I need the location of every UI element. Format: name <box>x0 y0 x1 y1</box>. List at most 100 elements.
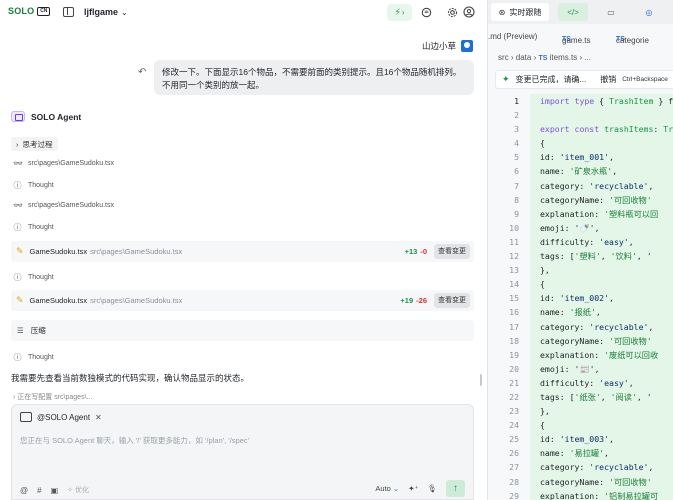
code-line[interactable]: 23 }, <box>488 404 673 419</box>
code-line[interactable]: 5 id: 'item_001', <box>488 150 673 165</box>
line-number: 20 <box>509 363 519 374</box>
code-line[interactable]: 2 <box>488 108 673 123</box>
code-line[interactable]: 7 category: 'recyclable', <box>488 178 673 193</box>
line-source: tags: ['纸张', '阅读', ' <box>530 389 673 405</box>
undo-button[interactable]: 撤销 <box>600 74 616 85</box>
chat-scrollbar[interactable] <box>480 374 482 386</box>
code-line[interactable]: 16 name: '报纸', <box>488 305 673 320</box>
user-name: 山边小草 <box>421 41 456 51</box>
revert-icon[interactable]: ↶ <box>138 67 146 78</box>
compress-step[interactable]: ☰ 压缩 <box>11 320 474 341</box>
code-line[interactable]: 10 emoji: '🍼', <box>488 220 673 235</box>
code-line[interactable]: 12 tags: ['塑料', '饮料', ' <box>488 249 673 264</box>
breadcrumb-item[interactable]: data <box>516 53 532 62</box>
view-changes-button[interactable]: 查看变更 <box>434 244 470 259</box>
line-source: import type { TrashItem } f <box>530 94 673 109</box>
code-line[interactable]: 21 difficulty: 'easy', <box>488 375 673 390</box>
code-line[interactable]: 24 { <box>488 418 673 433</box>
thinking-toggle[interactable]: › 思考过程 <box>11 137 58 151</box>
model-selector[interactable]: Auto ⌄ <box>375 484 399 493</box>
file-edit-card[interactable]: ✎ GameSudoku.tsx src\pages\GameSudoku.ts… <box>11 241 474 262</box>
info-icon: ⓘ <box>13 273 22 282</box>
code-line[interactable]: 13 }, <box>488 263 673 278</box>
code-line[interactable]: 27 category: 'recyclable', <box>488 460 673 475</box>
change-text: 变更已完成，请确... <box>515 75 587 84</box>
lines-removed: -0 <box>420 247 427 256</box>
code-line[interactable]: 3 export const trashItems: Tr <box>488 122 673 137</box>
line-source: explanation: '废纸可以回收 <box>530 347 673 362</box>
bolt-mode-button[interactable]: ⚡ › <box>387 4 412 21</box>
thought-step: ⓘ Thought <box>13 272 54 283</box>
line-source: name: '报纸', <box>530 305 673 320</box>
view-changes-button[interactable]: 查看变更 <box>434 293 470 308</box>
code-line[interactable]: 15 id: 'item_002', <box>488 291 673 306</box>
code-line[interactable]: 22 tags: ['纸张', '阅读', ' <box>488 389 673 405</box>
follow-icon: ⊛ <box>498 7 506 17</box>
code-line[interactable]: 1 import type { TrashItem } f <box>488 94 673 109</box>
line-number: 1 <box>514 96 519 106</box>
code-line[interactable]: 26 name: '易拉罐', <box>488 446 673 461</box>
breadcrumb-item[interactable]: src <box>498 53 509 62</box>
code-line[interactable]: 8 categoryName: '可回收物' <box>488 192 673 207</box>
line-number: 25 <box>509 434 519 445</box>
composer-placeholder[interactable]: 您正在与 SOLO Agent 聊天，输入 '/' 获取更多能力，如 '/pla… <box>20 435 249 446</box>
code-line[interactable]: 25 id: 'item_003', <box>488 432 673 447</box>
code-line[interactable]: 18 categoryName: '可回收物' <box>488 333 673 348</box>
account-icon[interactable] <box>463 6 475 18</box>
settings-cross-icon[interactable]: ✕ <box>95 413 102 422</box>
code-line[interactable]: 9 explanation: '塑料瓶可以回 <box>488 206 673 221</box>
send-button[interactable]: ↑ <box>446 480 465 497</box>
file-tab[interactable]: .md (Preview) <box>488 32 537 41</box>
hash-icon[interactable]: # <box>37 486 41 495</box>
line-number: 17 <box>509 321 519 332</box>
breadcrumb-item[interactable]: items.ts <box>550 53 578 62</box>
agent-header: SOLO Agent <box>11 111 81 122</box>
glasses-icon: 👓 <box>13 201 23 210</box>
code-line[interactable]: 6 name: '矿泉水瓶', <box>488 164 673 179</box>
at-mention-icon[interactable]: @ <box>20 486 28 495</box>
code-line[interactable]: 28 categoryName: '可回收物' <box>488 474 673 489</box>
chevron-down-icon: ⌄ <box>392 484 400 493</box>
agent-message: 我需要先查看当前数独模式的代码实现，确认物品显示的状态。 <box>11 373 250 383</box>
image-icon[interactable]: ▣ <box>51 486 59 495</box>
preview-icon[interactable]: ▭ <box>596 3 626 21</box>
agent-name: SOLO Agent <box>31 111 82 122</box>
line-number: 7 <box>514 180 519 191</box>
file-name: GameSudoku.tsx <box>29 296 88 305</box>
read-file-step[interactable]: 👓 src\pages\GameSudoku.tsx <box>13 159 114 168</box>
line-number: 29 <box>509 490 519 500</box>
chevron-down-icon: ⌄ <box>121 8 128 17</box>
microphone-icon[interactable]: 🎙 <box>427 484 437 493</box>
line-source: emoji: '🍼', <box>530 220 673 235</box>
code-line[interactable]: 19 explanation: '废纸可以回收 <box>488 347 673 362</box>
gear-icon[interactable] <box>446 6 458 18</box>
line-source: name: '易拉罐', <box>530 446 673 461</box>
message-composer[interactable]: @SOLO Agent ✕ 您正在与 SOLO Agent 聊天，输入 '/' … <box>11 404 474 500</box>
line-source: explanation: '塑料瓶可以回 <box>530 206 673 221</box>
read-file-step[interactable]: 👓 src\pages\GameSudoku.tsx <box>13 201 114 210</box>
code-line[interactable]: 4 { <box>488 136 673 151</box>
avatar <box>461 40 473 52</box>
code-view-icon[interactable]: </> <box>558 3 588 21</box>
code-line[interactable]: 17 category: 'recyclable', <box>488 319 673 334</box>
sparkle-add-icon[interactable]: ✦⁺ <box>408 484 418 493</box>
code-line[interactable]: 20 emoji: '📰', <box>488 361 673 376</box>
optimize-button[interactable]: ✧ 优化 <box>67 485 89 495</box>
composer-actions: Auto ⌄ ✦⁺ 🎙 ↑ <box>375 480 465 497</box>
breadcrumb-item[interactable]: ... <box>584 53 591 62</box>
code-editor[interactable]: 1 import type { TrashItem } f 2 3 export con… <box>488 94 673 500</box>
browser-icon[interactable]: ◎ <box>634 3 664 21</box>
tab-realtime-follow[interactable]: ⊛ 实时跟随 <box>491 3 549 21</box>
composer-agent-tag[interactable]: @SOLO Agent ✕ <box>20 412 102 422</box>
sidebar-toggle-icon[interactable] <box>63 7 74 17</box>
code-line[interactable]: 29 explanation: '铝制易拉罐可 <box>488 488 673 500</box>
code-line[interactable]: 14 { <box>488 277 673 292</box>
chat-bubble-icon[interactable] <box>420 6 432 18</box>
project-selector[interactable]: ljflgame ⌄ <box>84 7 128 17</box>
file-path: src\pages\GameSudoku.tsx <box>90 296 183 305</box>
code-line[interactable]: 11 difficulty: 'easy', <box>488 234 673 250</box>
line-source: emoji: '📰', <box>530 361 673 376</box>
file-edit-card[interactable]: ✎ GameSudoku.tsx src\pages\GameSudoku.ts… <box>11 290 474 311</box>
file-tab-label: game.ts <box>562 36 591 45</box>
chevron-right-icon: › <box>16 139 19 149</box>
